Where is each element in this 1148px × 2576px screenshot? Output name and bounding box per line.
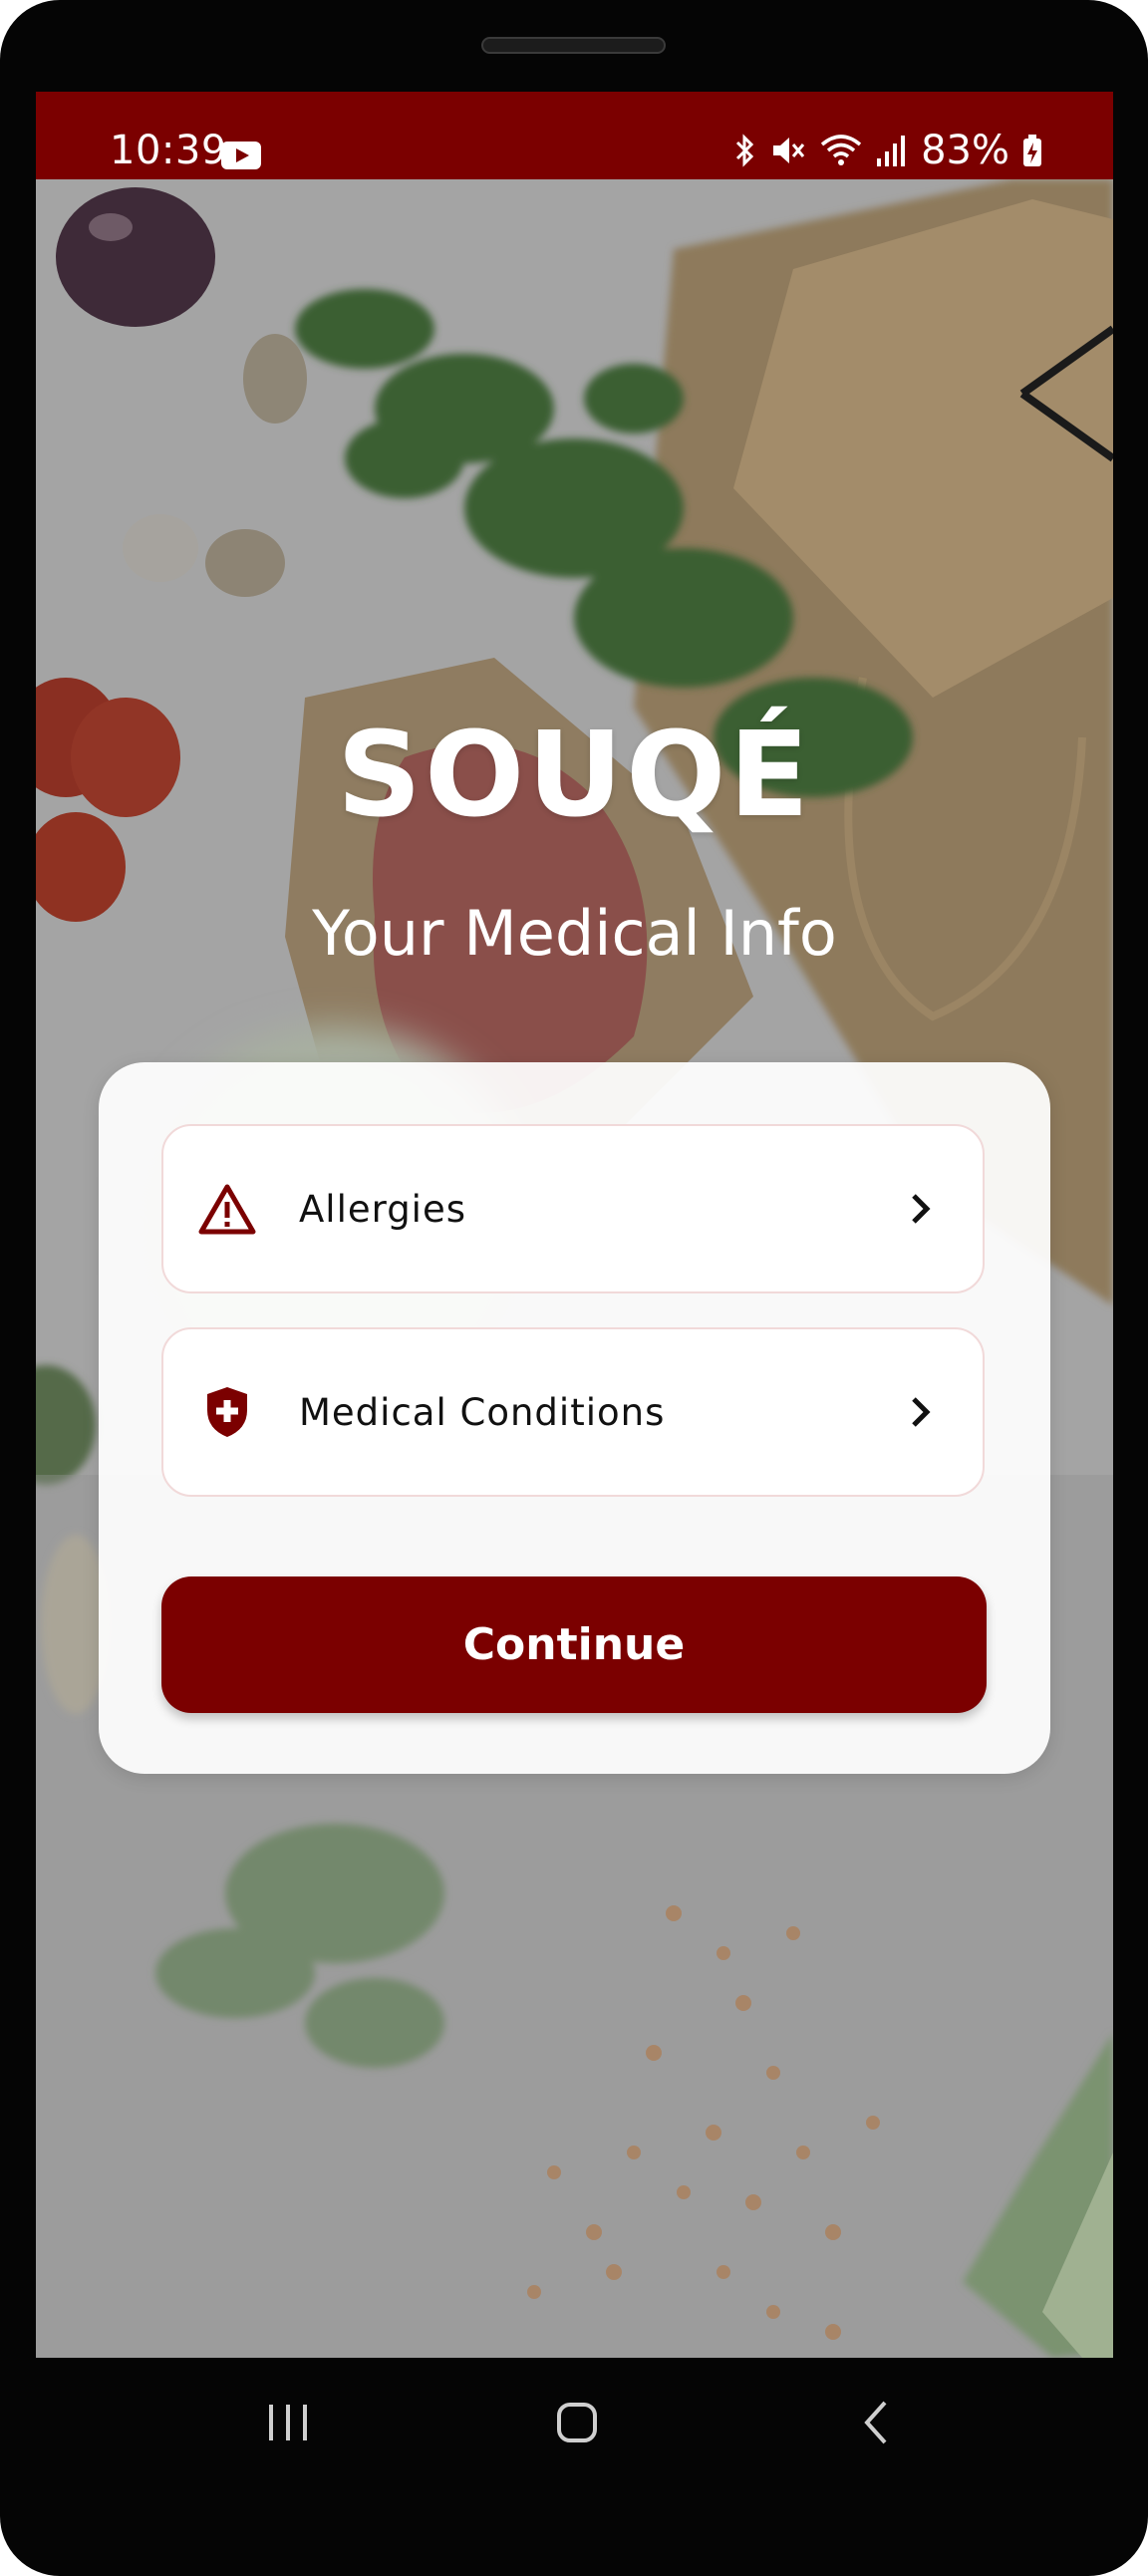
mute-icon: [773, 138, 805, 163]
status-icons: 83%: [731, 128, 1043, 173]
speaker-grille: [481, 37, 666, 54]
navigation-bar: [36, 2358, 1113, 2491]
app-title: SOUQÉ: [336, 706, 813, 843]
battery-charging-icon: [1023, 135, 1041, 166]
bluetooth-icon: [736, 134, 754, 167]
medical-conditions-label: Medical Conditions: [299, 1390, 666, 1434]
allergies-label: Allergies: [299, 1187, 467, 1231]
continue-button[interactable]: Continue: [161, 1576, 987, 1713]
home-icon[interactable]: [542, 2388, 612, 2457]
warning-triangle-icon: [197, 1179, 257, 1239]
medical-conditions-option[interactable]: Medical Conditions: [161, 1327, 985, 1497]
chevron-right-icon: [901, 1392, 941, 1432]
recent-apps-icon[interactable]: [253, 2388, 323, 2457]
chevron-right-icon: [901, 1189, 941, 1229]
wifi-icon: [820, 135, 862, 165]
youtube-icon: [221, 142, 261, 169]
signal-icon: [877, 136, 906, 166]
screen: 10:39 83% SOUQÉ Your Medical Info Allerg…: [36, 92, 1113, 2358]
medical-info-card: Allergies Medical Conditions Continue: [99, 1062, 1050, 1774]
status-time: 10:39: [110, 128, 227, 173]
status-bar: 10:39 83%: [36, 92, 1113, 179]
allergies-option[interactable]: Allergies: [161, 1124, 985, 1293]
phone-frame: 10:39 83% SOUQÉ Your Medical Info Allerg…: [0, 0, 1148, 2576]
back-icon[interactable]: [841, 2388, 911, 2457]
battery-percent: 83%: [921, 128, 1009, 173]
page-subtitle: Your Medical Info: [312, 897, 837, 970]
medical-shield-icon: [197, 1382, 257, 1442]
